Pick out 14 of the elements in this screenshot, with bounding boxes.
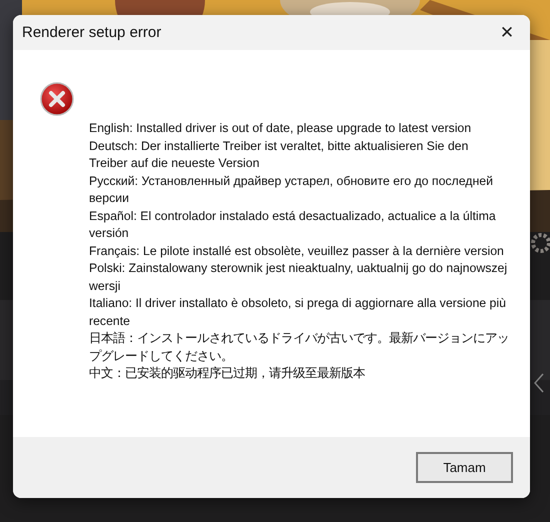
error-message: 日本語：インストールされているドライバが古いです。最新バージョンにアップグレードしてください。 (89, 330, 509, 364)
error-icon (40, 82, 74, 116)
error-message: Polski: Zainstalowany sterownik jest nieaktualny, uaktualnij go do najnowszej wersji (89, 260, 508, 294)
ok-button[interactable]: Tamam (416, 452, 513, 483)
close-button[interactable]: ✕ (484, 15, 530, 50)
error-message: Español: El controlador instalado está desactualizado, actualice a la última versión (89, 208, 497, 242)
error-message: 中文：已安装的驱动程序已过期，请升级至最新版本 (89, 365, 366, 382)
error-message: English: Installed driver is out of date, please upgrade to latest version (89, 120, 472, 137)
error-message: Français: Le pilote installé est obsolète, veuillez passer à la dernière version (89, 242, 505, 260)
dialog-title: Renderer setup error (22, 24, 162, 41)
error-message: Русский: Установленный драйвер устарел, обновите его до последней версии (89, 172, 494, 207)
error-message: Italiano: Il driver installato è obsoleto, si prega di aggiornare alla versione più recente (89, 295, 507, 330)
chevron-left-icon[interactable] (533, 372, 545, 394)
error-message: Deutsch: Der installierte Treiber ist veraltet, bitte aktualisieren Sie den Treiber auf die neueste Version (89, 138, 470, 172)
